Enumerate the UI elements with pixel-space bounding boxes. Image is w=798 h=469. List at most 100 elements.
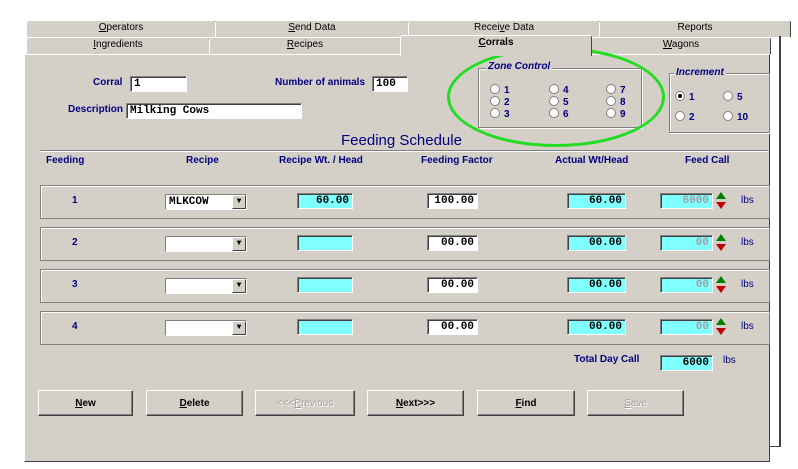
save-button-key: S — [624, 398, 631, 409]
previous-button[interactable]: <<<Previous — [255, 390, 355, 416]
back-tab-shadow — [779, 36, 781, 446]
animals-field[interactable]: 100 — [372, 76, 408, 92]
delete-button-key: D — [179, 398, 187, 409]
feeding-number: 3 — [72, 279, 78, 290]
col-header-actual-wt: Actual Wt/Head — [555, 155, 629, 166]
previous-button-key: P — [294, 398, 301, 409]
tab-corrals[interactable]: Corrals — [400, 35, 592, 56]
new-button-label: ew — [82, 398, 96, 409]
feeding-factor-field[interactable]: 00.00 — [427, 235, 478, 251]
arrow-down-icon[interactable] — [716, 244, 726, 251]
feed-call-field[interactable]: 6000 — [660, 193, 713, 209]
corral-label: Corral — [93, 77, 123, 88]
feed-call-unit: lbs — [741, 237, 754, 248]
feeding-factor-field[interactable]: 100.00 — [427, 193, 478, 209]
feed-call-spinner[interactable] — [715, 318, 727, 336]
arrow-down-icon[interactable] — [716, 328, 726, 335]
actual-wt-field[interactable]: 00.00 — [567, 277, 626, 293]
arrow-down-icon[interactable] — [716, 202, 726, 209]
feed-call-field[interactable]: 00 — [660, 235, 713, 251]
increment-radio-10-label: 10 — [737, 112, 749, 123]
feed-call-spinner[interactable] — [715, 276, 727, 294]
col-header-feeding: Feeding — [46, 155, 85, 166]
delete-button-label: elete — [186, 398, 210, 409]
recipe-combo[interactable]: ▼ — [165, 278, 247, 294]
col-header-feeding-factor: Feeding Factor — [421, 155, 493, 166]
tab-send-data[interactable]: Send Data — [215, 20, 409, 37]
feed-call-spinner[interactable] — [715, 234, 727, 252]
previous-button-label: revious — [300, 398, 334, 409]
recipe-wt-field[interactable] — [297, 235, 353, 251]
tab-operators[interactable]: Operators — [26, 20, 216, 37]
tab-reports-label: Reports — [677, 22, 713, 33]
recipe-combo-value: MLKCOW — [169, 196, 209, 208]
feeding-factor-field[interactable]: 00.00 — [427, 319, 478, 335]
tab-recipes[interactable]: Recipes — [209, 37, 401, 54]
feed-call-spinner[interactable] — [715, 192, 727, 210]
feeding-factor-field[interactable]: 00.00 — [427, 277, 478, 293]
save-button-label: ave — [630, 398, 647, 409]
recipe-combo[interactable]: ▼ — [165, 236, 247, 252]
recipe-combo[interactable]: ▼ — [165, 320, 247, 336]
find-button[interactable]: Find — [477, 390, 575, 416]
arrow-down-icon[interactable] — [716, 286, 726, 293]
tab-wagons[interactable]: Wagons — [591, 37, 771, 54]
feeding-number: 1 — [72, 195, 78, 206]
radio-circle — [723, 91, 733, 101]
actual-wt-field[interactable]: 00.00 — [567, 319, 626, 335]
recipe-wt-field[interactable]: 60.00 — [297, 193, 353, 209]
increment-radio-10[interactable]: 10 — [723, 111, 748, 123]
zone-control-highlight-ring — [447, 47, 665, 147]
new-button[interactable]: New — [38, 390, 133, 416]
arrow-up-icon[interactable] — [716, 234, 726, 241]
tab-wagons-key: W — [662, 39, 672, 50]
chevron-down-icon[interactable]: ▼ — [232, 321, 246, 335]
chevron-down-icon[interactable]: ▼ — [232, 279, 246, 293]
tab-operators-label: perators — [106, 22, 144, 33]
increment-radio-2[interactable]: 2 — [675, 111, 695, 123]
next-button-label: ext>>> — [403, 398, 436, 409]
actual-wt-field[interactable]: 60.00 — [567, 193, 626, 209]
feed-call-field[interactable]: 00 — [660, 319, 713, 335]
tab-reports[interactable]: Reports — [599, 20, 791, 37]
chevron-down-icon[interactable]: ▼ — [232, 195, 246, 209]
feed-call-unit: lbs — [741, 195, 754, 206]
tab-operators-key: O — [98, 22, 107, 33]
description-label: Description — [68, 104, 124, 115]
description-field[interactable]: Milking Cows — [126, 103, 302, 119]
increment-radio-1[interactable]: 1 — [675, 91, 695, 103]
tab-ingredients-label: ngredients — [96, 39, 143, 50]
chevron-down-icon[interactable]: ▼ — [232, 237, 246, 251]
tab-corrals-key: C — [478, 37, 486, 48]
schedule-divider — [40, 150, 768, 152]
recipe-wt-field[interactable] — [297, 277, 353, 293]
recipe-combo[interactable]: MLKCOW ▼ — [165, 194, 247, 210]
feeding-number: 2 — [72, 237, 78, 248]
feeding-schedule-title: Feeding Schedule — [341, 132, 462, 149]
feed-call-unit: lbs — [741, 279, 754, 290]
radio-circle-selected — [675, 91, 685, 101]
feed-call-field[interactable]: 00 — [660, 277, 713, 293]
increment-title: Increment — [674, 67, 726, 78]
tab-send-data-label: end Data — [295, 22, 336, 33]
total-day-call-label: Total Day Call — [574, 354, 640, 365]
arrow-up-icon[interactable] — [716, 318, 726, 325]
corral-field[interactable]: 1 — [130, 76, 187, 92]
total-day-call-field: 6000 — [660, 355, 713, 371]
tab-recipes-label: ecipes — [294, 39, 324, 50]
feed-call-unit: lbs — [741, 321, 754, 332]
tab-receive-data-label: e Data — [504, 22, 535, 33]
recipe-wt-field[interactable] — [297, 319, 353, 335]
save-button[interactable]: Save — [587, 390, 684, 416]
tab-ingredients[interactable]: Ingredients — [26, 37, 210, 54]
radio-circle — [675, 111, 685, 121]
arrow-up-icon[interactable] — [716, 192, 726, 199]
previous-button-pre: <<< — [276, 398, 295, 409]
tab-receive-data-pre: Recei — [473, 22, 500, 33]
arrow-up-icon[interactable] — [716, 276, 726, 283]
next-button[interactable]: Next>>> — [367, 390, 464, 416]
delete-button[interactable]: Delete — [146, 390, 243, 416]
increment-radio-5-label: 5 — [737, 92, 743, 103]
increment-radio-5[interactable]: 5 — [723, 91, 743, 103]
actual-wt-field[interactable]: 00.00 — [567, 235, 626, 251]
